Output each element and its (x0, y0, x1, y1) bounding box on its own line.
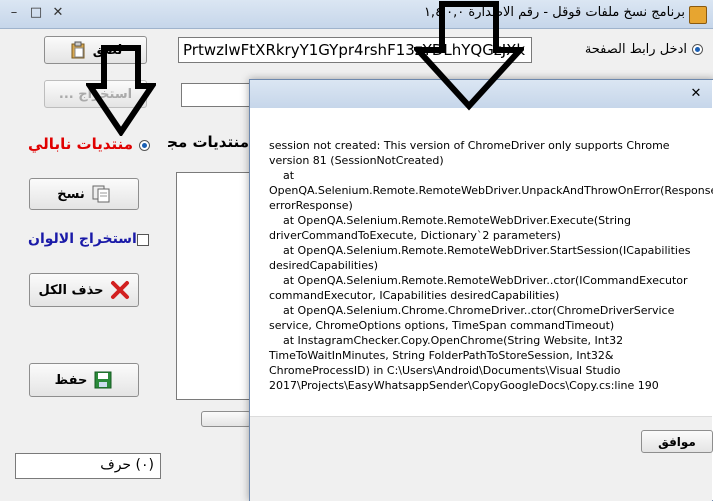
radio-nabali[interactable] (139, 140, 150, 151)
app-icon (689, 6, 707, 24)
main-title-bar: – □ ✕ برنامج نسخ ملفات قوقل - رقم الاصدا… (0, 0, 713, 29)
copy-icon (92, 185, 110, 203)
free-forums-label: منتديات مجانية (168, 133, 249, 151)
content-textarea[interactable] (176, 172, 250, 400)
extract-colors-checkbox[interactable] (137, 234, 149, 246)
minimize-button[interactable]: – (4, 4, 24, 22)
copy-label: نسخ (57, 186, 85, 202)
copy-button[interactable]: نسخ (29, 178, 139, 210)
error-dialog: ✕ session not created: This version of C… (249, 79, 713, 501)
delete-all-button[interactable]: حذف الكل (29, 273, 139, 307)
error-message: session not created: This version of Chr… (269, 139, 713, 392)
nabali-label: منتديات نابالي (28, 135, 134, 153)
delete-x-icon (110, 281, 129, 299)
extract-colors-label: استخراج الالوان (28, 231, 137, 247)
progress-button[interactable] (201, 411, 251, 427)
dialog-close-button[interactable]: ✕ (686, 85, 706, 103)
save-button[interactable]: حفظ (29, 363, 139, 397)
radio-enter-url[interactable] (692, 44, 703, 55)
annotation-arrow-left-icon (86, 45, 156, 136)
annotation-arrow-right-icon (414, 1, 524, 111)
ok-button[interactable]: موافق (641, 430, 713, 453)
dialog-footer: موافق (250, 416, 713, 501)
close-button[interactable]: ✕ (48, 4, 68, 22)
clipboard-icon (71, 41, 85, 59)
extract-field[interactable] (181, 83, 253, 107)
char-counter: (٠) حرف (15, 453, 161, 479)
delete-all-label: حذف الكل (38, 282, 104, 298)
save-label: حفظ (54, 372, 88, 388)
maximize-button[interactable]: □ (26, 4, 46, 22)
enter-url-label: ادخل رابط الصفحة (584, 42, 687, 57)
save-disk-icon (94, 371, 112, 389)
